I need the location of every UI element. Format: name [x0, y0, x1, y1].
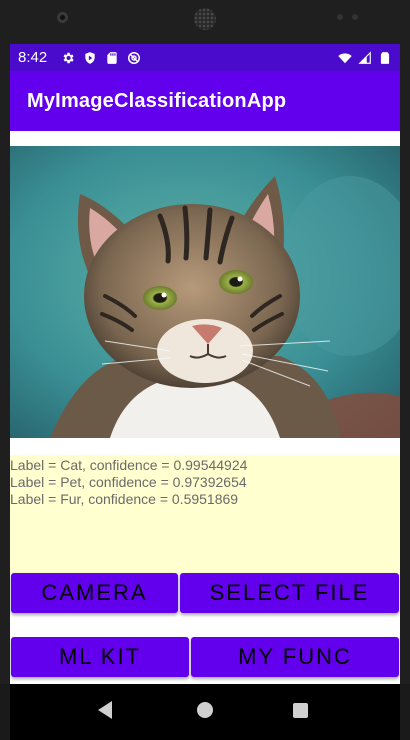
- select-file-button[interactable]: SELECT FILE: [180, 573, 399, 613]
- wifi-icon: [338, 52, 352, 63]
- result-line: Label = Pet, confidence = 0.97392654: [10, 474, 247, 490]
- classified-image: [10, 146, 400, 438]
- at-sign-icon: [128, 51, 141, 64]
- cellular-signal-icon: [358, 50, 371, 64]
- recents-icon[interactable]: [293, 703, 308, 718]
- app-toolbar: MyImageClassificationApp: [10, 71, 400, 131]
- cat-photo: [10, 146, 400, 438]
- light-sensor: [352, 14, 358, 20]
- status-bar: 8:42: [10, 44, 400, 71]
- classification-results: Label = Cat, confidence = 0.99544924 Lab…: [10, 455, 400, 573]
- proximity-sensor: [337, 14, 343, 20]
- shield-play-icon: [85, 51, 95, 64]
- my-func-button[interactable]: MY FUNC: [191, 637, 399, 677]
- result-line: Label = Fur, confidence = 0.5951869: [10, 491, 239, 507]
- gear-icon: [63, 52, 74, 63]
- home-icon[interactable]: [197, 702, 213, 718]
- ml-kit-button[interactable]: ML KIT: [11, 637, 189, 677]
- sd-card-icon: [107, 51, 117, 64]
- camera-button[interactable]: CAMERA: [11, 573, 178, 613]
- earpiece-speaker: [194, 8, 216, 30]
- back-icon[interactable]: [98, 701, 112, 719]
- app-title: MyImageClassificationApp: [27, 89, 287, 112]
- front-camera: [57, 12, 68, 23]
- result-line: Label = Cat, confidence = 0.99544924: [10, 457, 248, 473]
- battery-icon: [380, 51, 390, 64]
- app-screen: 8:42 MyImageClassificationApp Label = Ca…: [10, 44, 400, 684]
- status-time: 8:42: [18, 49, 48, 66]
- system-navigation-bar: [0, 684, 410, 740]
- device-bezel: [0, 0, 410, 44]
